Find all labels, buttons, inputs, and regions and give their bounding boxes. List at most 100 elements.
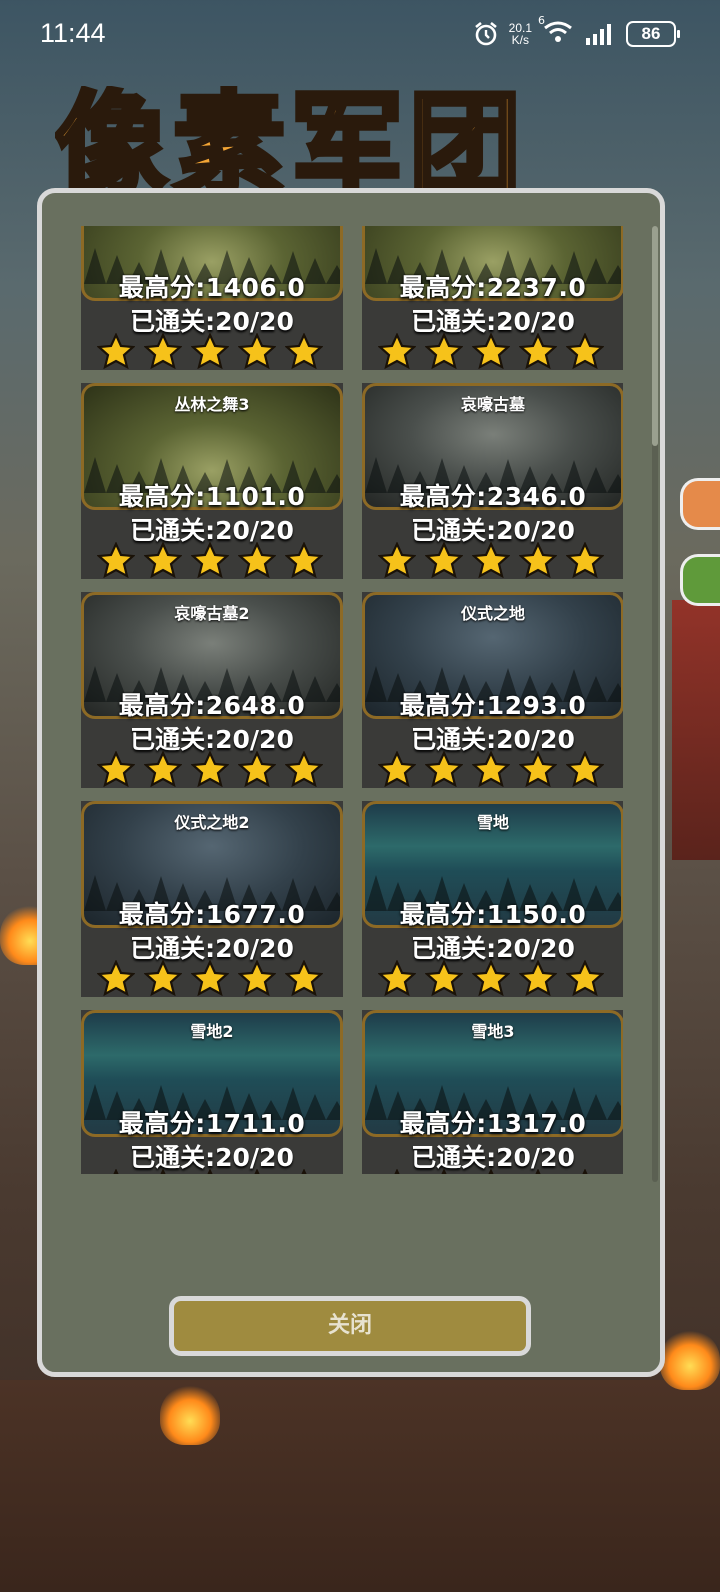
star-icon <box>472 960 510 996</box>
star-icon <box>191 542 229 578</box>
level-card[interactable]: 最高分:1406.0 已通关:20/20 <box>81 226 343 370</box>
star-icon <box>285 542 323 578</box>
star-rating <box>378 542 604 578</box>
level-card[interactable]: 雪地2 最高分:1711.0 已通关:20/20 <box>81 1010 343 1174</box>
star-icon <box>144 751 182 787</box>
star-icon <box>566 751 604 787</box>
star-icon <box>378 960 416 996</box>
star-icon <box>97 333 135 369</box>
level-best-score: 最高分:1150.0 <box>399 900 587 929</box>
star-icon <box>207 1169 213 1174</box>
star-icon <box>238 751 276 787</box>
level-best-score: 最高分:2237.0 <box>399 273 587 302</box>
background-orange-tab <box>680 478 720 530</box>
game-title-background: 像素军团 <box>55 86 527 196</box>
star-icon <box>285 960 323 996</box>
star-icon <box>582 1169 588 1174</box>
star-icon <box>144 333 182 369</box>
star-icon <box>238 333 276 369</box>
star-rating <box>378 333 604 369</box>
status-icons: 20.1 K/s 6 86 <box>473 14 680 48</box>
star-icon <box>519 960 557 996</box>
star-icon <box>144 960 182 996</box>
star-rating <box>97 542 323 578</box>
level-best-score: 最高分:2346.0 <box>399 482 587 511</box>
level-card[interactable]: 仪式之地 最高分:1293.0 已通关:20/20 <box>362 592 623 788</box>
net-speed-unit: K/s <box>511 33 529 47</box>
scrollbar-thumb[interactable] <box>652 226 658 446</box>
star-icon <box>238 542 276 578</box>
star-icon <box>254 1169 260 1174</box>
fire-icon <box>160 1385 220 1445</box>
star-icon <box>97 960 135 996</box>
star-rating <box>378 751 604 787</box>
star-icon <box>378 333 416 369</box>
star-rating <box>97 333 323 369</box>
background-red-cape <box>672 600 720 860</box>
level-name: 哀嚎古墓 <box>460 395 525 414</box>
star-rating <box>97 751 323 787</box>
level-best-score: 最高分:1677.0 <box>118 900 306 929</box>
star-icon <box>425 751 463 787</box>
star-rating <box>378 1169 604 1174</box>
level-card[interactable]: 雪地3 最高分:1317.0 已通关:20/20 <box>362 1010 623 1174</box>
star-icon <box>519 751 557 787</box>
star-icon <box>472 333 510 369</box>
star-icon <box>519 333 557 369</box>
level-best-score: 最高分:1406.0 <box>118 273 306 302</box>
star-icon <box>425 960 463 996</box>
level-card[interactable]: 哀嚎古墓 最高分:2346.0 已通关:20/20 <box>362 383 623 579</box>
star-icon <box>394 1169 400 1174</box>
star-icon <box>378 751 416 787</box>
level-best-score: 最高分:1293.0 <box>399 691 587 720</box>
status-time: 11:44 <box>40 18 106 48</box>
level-card[interactable]: 雪地 最高分:1150.0 已通关:20/20 <box>362 801 623 997</box>
close-button[interactable]: 关闭 <box>169 1296 531 1356</box>
status-bar: 11:44 20.1 K/s 6 86 <box>0 0 720 70</box>
star-icon <box>97 751 135 787</box>
star-icon <box>441 1169 447 1174</box>
star-icon <box>160 1169 166 1174</box>
star-icon <box>285 751 323 787</box>
star-rating <box>97 1169 323 1174</box>
level-card[interactable]: 最高分:2237.0 已通关:20/20 <box>362 226 623 370</box>
signal-icon <box>586 24 611 45</box>
star-icon <box>378 542 416 578</box>
level-name: 仪式之地2 <box>174 813 250 832</box>
star-icon <box>144 542 182 578</box>
star-icon <box>566 960 604 996</box>
level-name: 仪式之地 <box>460 604 525 623</box>
level-name: 哀嚎古墓2 <box>174 604 250 623</box>
level-name: 雪地2 <box>190 1022 234 1041</box>
star-icon <box>425 333 463 369</box>
star-icon <box>113 1169 119 1174</box>
level-best-score: 最高分:2648.0 <box>118 691 306 720</box>
background-green-tab <box>680 554 720 606</box>
star-icon <box>97 542 135 578</box>
star-icon <box>191 751 229 787</box>
star-icon <box>472 542 510 578</box>
level-card[interactable]: 哀嚎古墓2 最高分:2648.0 已通关:20/20 <box>81 592 343 788</box>
level-best-score: 最高分:1711.0 <box>118 1109 306 1138</box>
star-icon <box>238 960 276 996</box>
wifi-icon <box>544 21 572 42</box>
star-icon <box>425 542 463 578</box>
wifi-6-label: 6 <box>538 14 545 27</box>
level-card-grid[interactable]: 最高分:1406.0 已通关:20/20 最高分:2237.0 已通关:20/20 丛林… <box>81 226 623 1174</box>
star-icon <box>488 1169 494 1174</box>
level-best-score: 最高分:1101.0 <box>118 482 306 511</box>
star-icon <box>191 960 229 996</box>
star-icon <box>472 751 510 787</box>
background-ground <box>0 1380 720 1592</box>
level-card[interactable]: 仪式之地2 最高分:1677.0 已通关:20/20 <box>81 801 343 997</box>
level-name: 丛林之舞3 <box>174 395 250 414</box>
star-rating <box>378 960 604 996</box>
level-records-modal: 最高分:1406.0 已通关:20/20 最高分:2237.0 已通关:20/20 丛林… <box>37 188 665 1377</box>
alarm-icon <box>474 21 497 46</box>
level-name: 雪地 <box>476 813 509 832</box>
level-best-score: 最高分:1317.0 <box>399 1109 587 1138</box>
level-card[interactable]: 丛林之舞3 最高分:1101.0 已通关:20/20 <box>81 383 343 579</box>
star-rating <box>97 960 323 996</box>
star-icon <box>519 542 557 578</box>
net-speed: 20.1 K/s <box>509 22 532 46</box>
